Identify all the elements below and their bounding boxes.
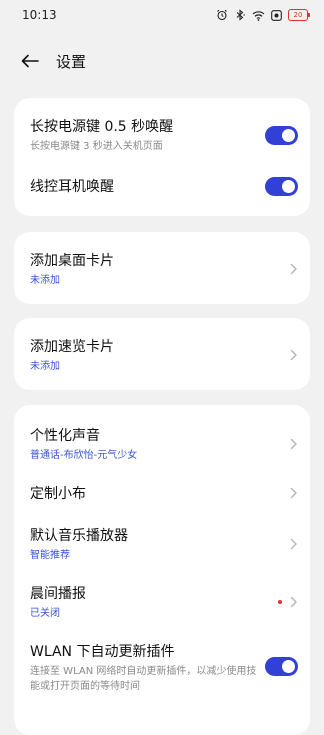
add-overview-card-title: 添加速览卡片 (30, 338, 114, 355)
alarm-icon (216, 9, 228, 21)
morning-broadcast-status: 已关闭 (30, 607, 60, 619)
desktop-card-card: 添加桌面卡片 未添加 (14, 232, 310, 304)
power-key-wake-title: 长按电源键 0.5 秒唤醒 (30, 119, 174, 135)
page-title: 设置 (56, 52, 87, 71)
headset-wake-toggle[interactable] (265, 176, 298, 196)
new-badge-dot (278, 600, 282, 604)
morning-broadcast-title: 晨间播报 (30, 585, 86, 602)
wake-settings-card: 长按电源键 0.5 秒唤醒 长按电源键 3 秒进入关机页面 线控耳机唤醒 (14, 98, 310, 216)
customize-xiaobu-title: 定制小布 (30, 486, 86, 502)
headset-wake-title: 线控耳机唤醒 (30, 179, 114, 195)
battery-level: 20 (293, 10, 303, 19)
chevron-right-icon (290, 438, 298, 450)
more-settings-card: 个性化声音 普通话-布欣怡-元气少女 定制小布 默认音乐播放器 智能推荐 晨间播… (14, 405, 310, 735)
power-key-wake-row[interactable]: 长按电源键 0.5 秒唤醒 长按电源键 3 秒进入关机页面 (30, 116, 298, 155)
default-music-player-value: 智能推荐 (30, 549, 70, 561)
arrow-left-icon (21, 54, 39, 68)
chevron-right-icon (290, 263, 298, 275)
bluetooth-icon (234, 9, 246, 21)
wifi-icon (252, 10, 265, 21)
headset-wake-row[interactable]: 线控耳机唤醒 (30, 174, 298, 198)
personalized-voice-row[interactable]: 个性化声音 普通话-布欣怡-元气少女 (30, 423, 298, 465)
chevron-right-icon (290, 487, 298, 499)
header: 设置 (0, 30, 324, 92)
add-desktop-card-status: 未添加 (30, 274, 60, 286)
chevron-right-icon (290, 349, 298, 361)
status-time: 10:13 (22, 8, 57, 22)
personalized-voice-value: 普通话-布欣怡-元气少女 (30, 449, 138, 461)
default-music-player-row[interactable]: 默认音乐播放器 智能推荐 (30, 523, 298, 565)
back-button[interactable] (18, 49, 42, 73)
chevron-right-icon (290, 538, 298, 550)
wlan-auto-update-toggle[interactable] (265, 657, 298, 676)
default-music-player-title: 默认音乐播放器 (30, 527, 128, 544)
screen-record-icon (271, 9, 282, 21)
add-desktop-card-row[interactable]: 添加桌面卡片 未添加 (30, 248, 298, 290)
add-overview-card-status: 未添加 (30, 360, 60, 372)
power-key-wake-toggle[interactable] (265, 125, 298, 145)
personalized-voice-title: 个性化声音 (30, 427, 100, 444)
chevron-right-icon (290, 596, 298, 608)
overview-card-card: 添加速览卡片 未添加 (14, 318, 310, 390)
status-bar: 10:13 20 (0, 0, 324, 30)
power-key-wake-subtitle: 长按电源键 3 秒进入关机页面 (30, 141, 163, 152)
add-desktop-card-title: 添加桌面卡片 (30, 252, 114, 269)
wlan-auto-update-title: WLAN 下自动更新插件 (30, 644, 175, 660)
morning-broadcast-row[interactable]: 晨间播报 已关闭 (30, 581, 298, 623)
status-icons: 20 (216, 9, 310, 21)
wlan-auto-update-row[interactable]: WLAN 下自动更新插件 连接至 WLAN 网络时自动更新插件，以减少使用技能或… (30, 641, 298, 694)
add-overview-card-row[interactable]: 添加速览卡片 未添加 (30, 334, 298, 376)
wlan-auto-update-subtitle: 连接至 WLAN 网络时自动更新插件，以减少使用技能或打开页面的等待时间 (30, 666, 257, 692)
battery-icon: 20 (288, 9, 310, 21)
customize-xiaobu-row[interactable]: 定制小布 (30, 481, 298, 505)
